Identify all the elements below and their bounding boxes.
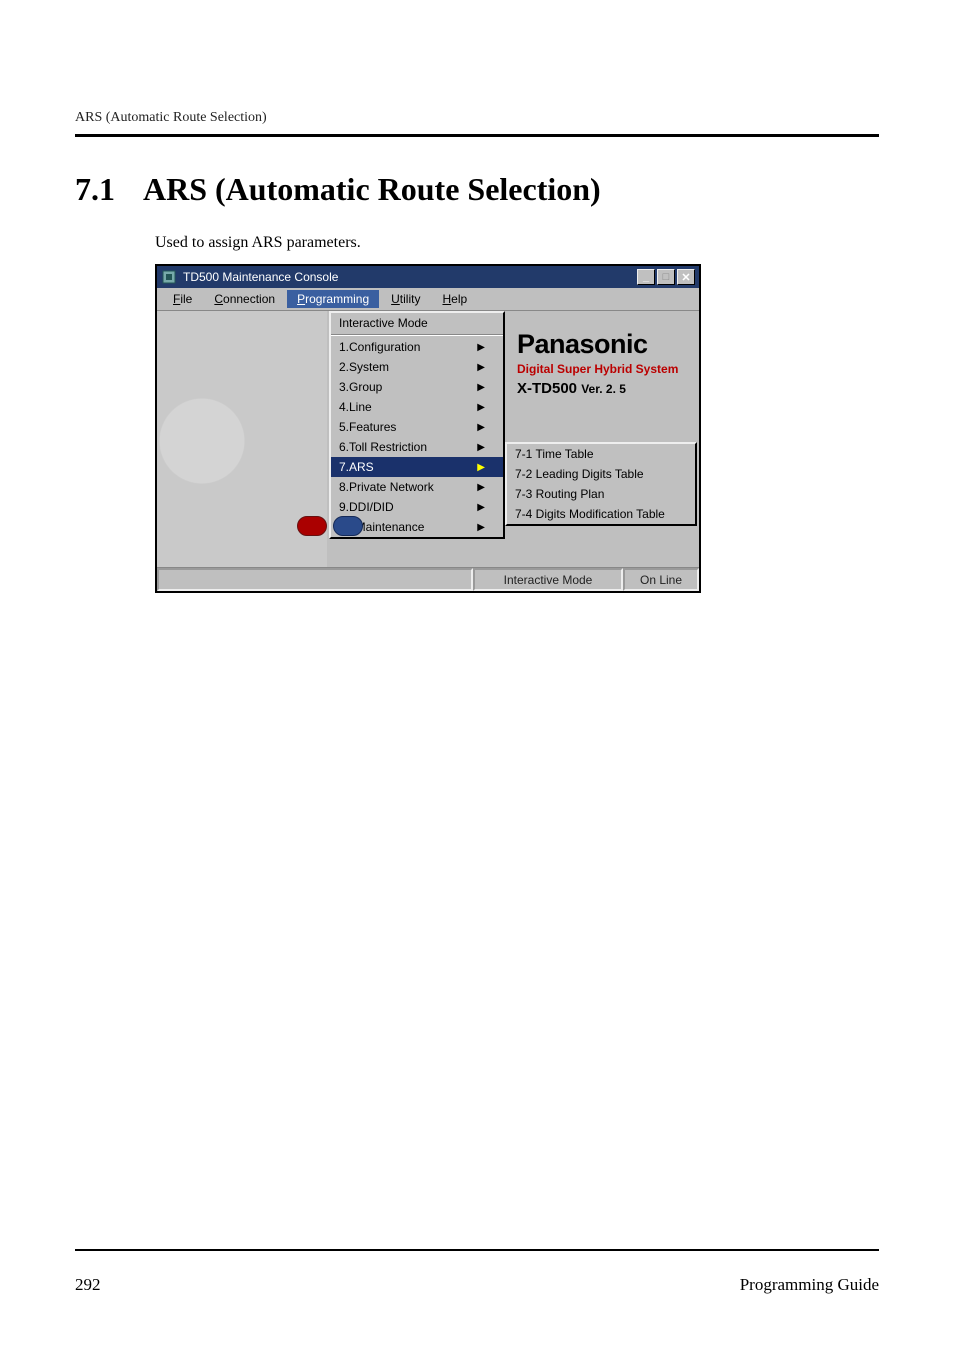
- footer-rule: [75, 1249, 879, 1251]
- menu-utility[interactable]: Utility: [381, 290, 430, 308]
- submenu-arrow-icon: ▶: [477, 342, 485, 353]
- section-heading: 7.1 ARS (Automatic Route Selection): [75, 171, 879, 208]
- menu-interactive-mode[interactable]: Interactive Mode: [331, 313, 503, 333]
- close-button[interactable]: ✕: [677, 269, 695, 285]
- doc-title: Programming Guide: [740, 1275, 879, 1295]
- menu-7-ars[interactable]: 7.ARS ▶: [331, 457, 503, 477]
- dd-label: 1.Configuration: [339, 340, 420, 354]
- submenu-arrow-icon: ▶: [477, 422, 485, 433]
- menu-connection[interactable]: Connection: [204, 290, 285, 308]
- sub-label: 7-2 Leading Digits Table: [515, 467, 644, 481]
- dd-label: 7.ARS: [339, 460, 374, 474]
- submenu-leading-digits-table[interactable]: 7-2 Leading Digits Table: [507, 464, 695, 484]
- window-titlebar: TD500 Maintenance Console _ □ ✕: [157, 266, 699, 288]
- menu-3-group[interactable]: 3.Group ▶: [331, 377, 503, 397]
- submenu-routing-plan[interactable]: 7-3 Routing Plan: [507, 484, 695, 504]
- brand-version: Ver. 2. 5: [581, 382, 626, 396]
- menu-separator: [331, 334, 503, 336]
- branding-panel: Panasonic Digital Super Hybrid System X-…: [517, 329, 678, 397]
- menu-6-toll-restriction[interactable]: 6.Toll Restriction ▶: [331, 437, 503, 457]
- page-number: 292: [75, 1275, 101, 1295]
- menu-help[interactable]: Help: [432, 290, 477, 308]
- brand-name: Panasonic: [517, 329, 678, 360]
- menu-2-system[interactable]: 2.System ▶: [331, 357, 503, 377]
- programming-menu: Interactive Mode 1.Configuration ▶ 2.Sys…: [329, 311, 505, 539]
- submenu-arrow-icon: ▶: [477, 442, 485, 453]
- dd-label: 3.Group: [339, 380, 382, 394]
- section-number: 7.1: [75, 171, 115, 208]
- maximize-button[interactable]: □: [657, 269, 675, 285]
- menu-file[interactable]: File: [163, 290, 202, 308]
- sub-label: 7-1 Time Table: [515, 447, 594, 461]
- minimize-button[interactable]: _: [637, 269, 655, 285]
- app-icon: [161, 269, 177, 285]
- dd-label: 8.Private Network: [339, 480, 434, 494]
- submenu-arrow-icon: ▶: [477, 382, 485, 393]
- status-connection: On Line: [623, 568, 699, 591]
- client-area: Interactive Mode 1.Configuration ▶ 2.Sys…: [157, 311, 699, 567]
- menu-programming[interactable]: Programming: [287, 290, 379, 308]
- menu-1-configuration[interactable]: 1.Configuration ▶: [331, 337, 503, 357]
- menu-5-features[interactable]: 5.Features ▶: [331, 417, 503, 437]
- section-title-text: ARS (Automatic Route Selection): [143, 171, 601, 208]
- submenu-arrow-icon: ▶: [477, 362, 485, 373]
- decor-pill-blue: [333, 516, 363, 536]
- page-footer: 292 Programming Guide: [75, 1275, 879, 1295]
- header-rule: [75, 134, 879, 137]
- window-title: TD500 Maintenance Console: [183, 270, 338, 284]
- sub-label: 7-3 Routing Plan: [515, 487, 604, 501]
- menu-file-rest: ile: [180, 292, 192, 306]
- submenu-arrow-icon: ▶: [477, 402, 485, 413]
- menu-8-private-network[interactable]: 8.Private Network ▶: [331, 477, 503, 497]
- status-bar: Interactive Mode On Line: [157, 567, 699, 591]
- decorative-graphic: [157, 509, 699, 543]
- decor-pill-red: [297, 516, 327, 536]
- menu-4-line[interactable]: 4.Line ▶: [331, 397, 503, 417]
- dd-label: Interactive Mode: [339, 316, 428, 330]
- status-mode: Interactive Mode: [473, 568, 623, 591]
- dd-label: 4.Line: [339, 400, 372, 414]
- brand-model: X-TD500: [517, 380, 577, 397]
- running-header: ARS (Automatic Route Selection): [75, 110, 879, 126]
- intro-paragraph: Used to assign ARS parameters.: [155, 234, 879, 252]
- status-main: [157, 568, 473, 591]
- menu-bar: File Connection Programming Utility Help: [157, 288, 699, 311]
- submenu-arrow-icon: ▶: [477, 462, 485, 473]
- dd-label: 6.Toll Restriction: [339, 440, 427, 454]
- dd-label: 5.Features: [339, 420, 396, 434]
- brand-model-line: X-TD500 Ver. 2. 5: [517, 380, 678, 397]
- submenu-time-table[interactable]: 7-1 Time Table: [507, 444, 695, 464]
- app-window: TD500 Maintenance Console _ □ ✕ File Con…: [155, 264, 701, 593]
- submenu-arrow-icon: ▶: [477, 482, 485, 493]
- brand-tagline: Digital Super Hybrid System: [517, 362, 678, 376]
- dd-label: 2.System: [339, 360, 389, 374]
